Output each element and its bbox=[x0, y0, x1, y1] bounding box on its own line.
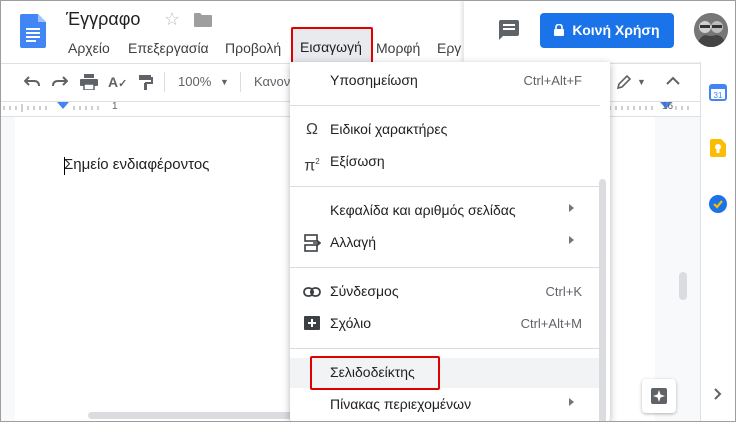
menu-item-comment[interactable]: Σχόλιο Ctrl+Alt+M bbox=[290, 309, 600, 339]
editing-mode-dropdown-icon[interactable]: ▼ bbox=[637, 72, 646, 92]
menu-item-label: Εξίσωση bbox=[330, 153, 385, 169]
share-button[interactable]: Κοινή Χρήση bbox=[540, 13, 674, 48]
tasks-icon[interactable] bbox=[709, 195, 727, 213]
redo-icon[interactable] bbox=[52, 75, 68, 89]
highlight-box bbox=[310, 356, 440, 390]
menu-item-label: Ειδικοί χαρακτήρες bbox=[330, 121, 448, 137]
document-title[interactable]: Έγγραφο bbox=[66, 9, 140, 30]
menu-scrollbar[interactable] bbox=[599, 179, 606, 422]
folder-icon[interactable] bbox=[194, 13, 212, 27]
menu-item-header-page-number[interactable]: Κεφαλίδα και αριθμός σελίδας bbox=[290, 196, 600, 226]
menu-file[interactable]: Αρχείο bbox=[68, 39, 110, 57]
menu-item-shortcut: Ctrl+Alt+F bbox=[523, 73, 582, 88]
menu-edit[interactable]: Επεξεργασία bbox=[128, 39, 209, 57]
docs-logo-icon[interactable] bbox=[20, 14, 46, 48]
share-label: Κοινή Χρήση bbox=[572, 22, 660, 38]
paint-format-icon[interactable] bbox=[138, 74, 154, 90]
menu-item-label: Κεφαλίδα και αριθμός σελίδας bbox=[330, 202, 516, 218]
menu-format[interactable]: Μορφή bbox=[376, 39, 420, 57]
menu-item-footnote[interactable]: Υποσημείωση Ctrl+Alt+F bbox=[290, 66, 600, 96]
zoom-select[interactable]: 100% bbox=[178, 72, 211, 92]
menu-item-shortcut: Ctrl+Alt+M bbox=[520, 316, 582, 331]
side-panel bbox=[700, 62, 736, 422]
page-break-icon bbox=[304, 234, 321, 252]
menu-item-break[interactable]: Αλλαγή bbox=[290, 228, 600, 258]
avatar[interactable] bbox=[694, 13, 728, 47]
menu-item-label: Πίνακας περιεχομένων bbox=[330, 396, 472, 412]
pi-squared-icon: π2 bbox=[304, 157, 320, 175]
document-text[interactable]: Σημείο ενδιαφέροντος bbox=[64, 156, 209, 173]
submenu-arrow-icon bbox=[569, 398, 574, 406]
ruler-number: 16 bbox=[662, 101, 674, 112]
undo-icon[interactable] bbox=[24, 75, 40, 89]
menu-insert-label: Εισαγωγή bbox=[300, 39, 362, 55]
text-cursor bbox=[64, 157, 65, 175]
spellcheck-icon[interactable]: A✓ bbox=[108, 72, 127, 92]
submenu-arrow-icon bbox=[569, 236, 574, 244]
menu-view[interactable]: Προβολή bbox=[225, 39, 281, 57]
horizontal-scrollbar[interactable] bbox=[88, 412, 308, 419]
add-comment-icon bbox=[304, 316, 320, 330]
menu-item-equation[interactable]: π2 Εξίσωση bbox=[290, 147, 600, 177]
pen-icon[interactable] bbox=[616, 74, 632, 90]
link-icon bbox=[303, 287, 321, 297]
ruler-number: 1 bbox=[112, 101, 118, 112]
zoom-dropdown-icon[interactable]: ▼ bbox=[220, 72, 229, 92]
chevron-up-icon[interactable] bbox=[666, 76, 680, 86]
menu-item-label: Σύνδεσμος bbox=[330, 283, 399, 299]
star-icon[interactable]: ☆ bbox=[164, 8, 180, 30]
submenu-arrow-icon bbox=[569, 204, 574, 212]
menu-item-label: Αλλαγή bbox=[330, 234, 377, 250]
svg-text:31: 31 bbox=[714, 91, 723, 100]
menu-tools[interactable]: Εργ bbox=[437, 39, 461, 57]
lock-icon bbox=[554, 24, 565, 36]
calendar-icon[interactable]: 31 bbox=[709, 83, 727, 101]
menu-item-shortcut: Ctrl+K bbox=[545, 284, 582, 299]
chevron-right-icon[interactable] bbox=[714, 388, 722, 400]
menu-item-special-characters[interactable]: Ω Ειδικοί χαρακτήρες bbox=[290, 115, 600, 145]
vertical-scrollbar[interactable] bbox=[679, 272, 687, 300]
insert-menu-dropdown: Υποσημείωση Ctrl+Alt+F Ω Ειδικοί χαρακτή… bbox=[290, 62, 610, 422]
menu-item-link[interactable]: Σύνδεσμος Ctrl+K bbox=[290, 277, 600, 307]
menu-item-label: Υποσημείωση bbox=[330, 72, 418, 88]
comment-history-icon[interactable] bbox=[498, 20, 520, 40]
menu-item-table-of-contents[interactable]: Πίνακας περιεχομένων bbox=[290, 390, 600, 420]
omega-icon: Ω bbox=[306, 121, 318, 138]
explore-icon[interactable] bbox=[642, 379, 676, 413]
menu-item-label: Σχόλιο bbox=[330, 315, 372, 331]
menu-insert[interactable]: Εισαγωγή bbox=[291, 27, 373, 65]
style-select[interactable]: Κανονι bbox=[254, 72, 293, 92]
keep-icon[interactable] bbox=[710, 139, 726, 157]
print-icon[interactable] bbox=[80, 74, 98, 90]
